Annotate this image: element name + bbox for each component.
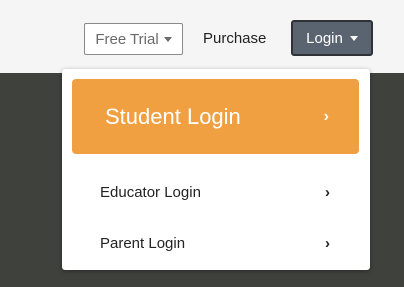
parent-login-label: Parent Login bbox=[100, 235, 186, 252]
parent-login-item[interactable]: Parent Login › bbox=[62, 224, 370, 264]
educator-login-item[interactable]: Educator Login › bbox=[62, 173, 370, 213]
login-label: Login bbox=[306, 29, 343, 47]
login-dropdown-button[interactable]: Login bbox=[291, 20, 373, 56]
caret-down-icon bbox=[349, 35, 358, 41]
chevron-right-icon: › bbox=[325, 235, 330, 252]
purchase-link[interactable]: Purchase bbox=[203, 23, 266, 55]
free-trial-dropdown[interactable]: Free Trial bbox=[84, 23, 183, 55]
chevron-right-icon: › bbox=[323, 108, 329, 125]
educator-login-label: Educator Login bbox=[100, 184, 201, 201]
caret-down-icon bbox=[163, 36, 172, 42]
free-trial-label: Free Trial bbox=[95, 30, 159, 48]
student-login-item[interactable]: Student Login › bbox=[72, 79, 359, 154]
chevron-right-icon: › bbox=[325, 184, 330, 201]
login-dropdown-menu: Student Login › Educator Login › Parent … bbox=[62, 69, 370, 270]
student-login-label: Student Login bbox=[105, 104, 241, 129]
